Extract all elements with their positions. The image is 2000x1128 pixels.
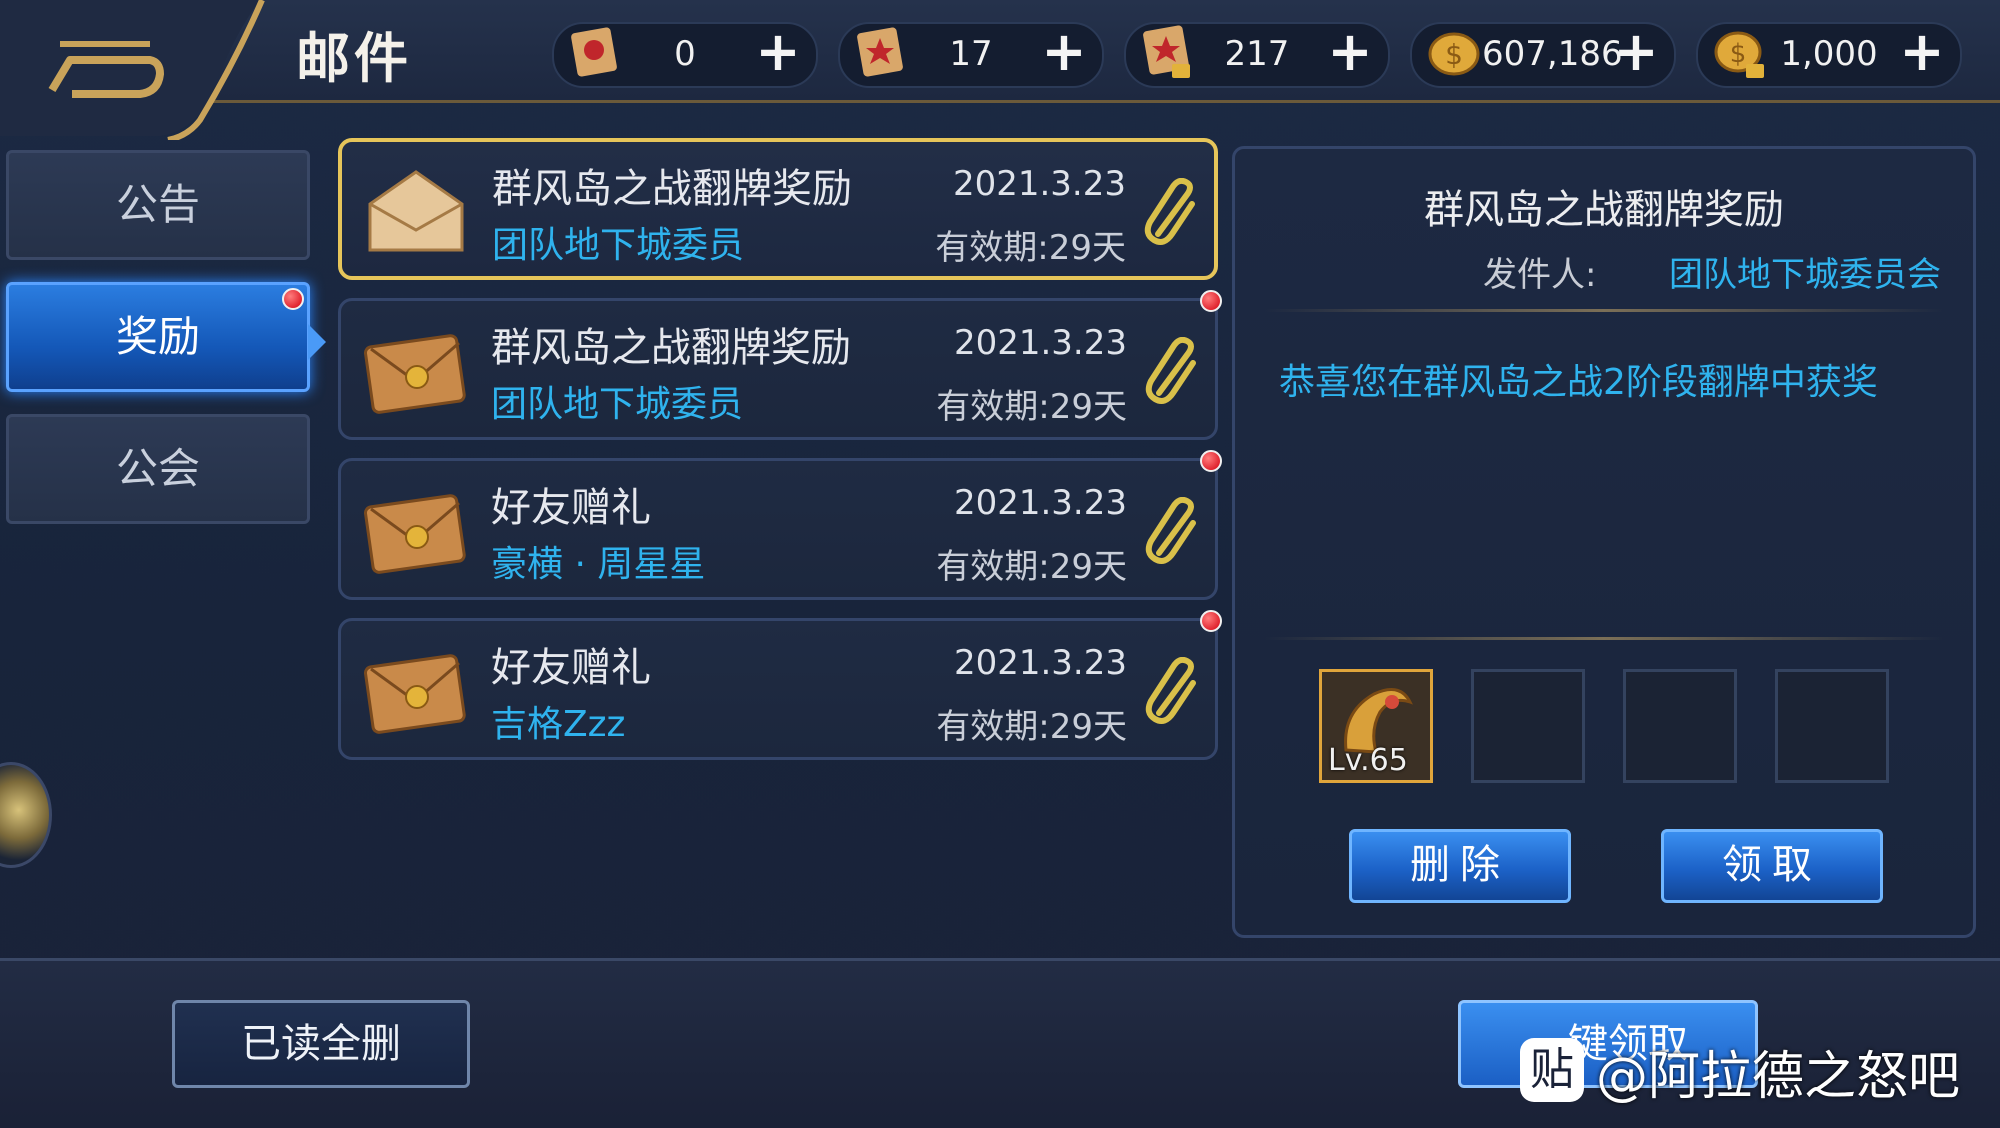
tab-rewards-badge <box>282 288 304 310</box>
mail-item[interactable]: 好友赠礼 豪横 · 周星星 2021.3.23 有效期:29天 <box>338 458 1218 600</box>
add-currency-button[interactable]: + <box>1326 25 1374 79</box>
mail-title: 好友赠礼 <box>491 645 651 691</box>
detail-body: 恭喜您在群风岛之战2阶段翻牌中获奖 <box>1279 362 1878 403</box>
sealed-envelope-icon <box>363 334 466 414</box>
mail-sender: 豪横 · 周星星 <box>491 544 706 585</box>
mail-sender: 团队地下城委员 <box>492 225 745 266</box>
attachment-clip-icon <box>1145 657 1196 724</box>
currency-value: 0 <box>674 34 696 74</box>
attachment-slot-empty <box>1775 669 1889 783</box>
currency-value: 1,000 <box>1780 34 1878 74</box>
active-tab-arrow <box>308 324 326 360</box>
divider <box>1265 637 1943 640</box>
detail-sender: 团队地下城委员会 <box>1669 255 1941 295</box>
mail-title: 群风岛之战翻牌奖励 <box>492 166 852 212</box>
mail-date: 2021.3.23 <box>953 323 1127 363</box>
mail-sender: 吉格Zzz <box>491 704 626 745</box>
mail-expiry: 有效期:29天 <box>935 228 1126 268</box>
mail-date: 2021.3.23 <box>953 483 1127 523</box>
red-scroll-icon <box>571 27 617 77</box>
mail-item[interactable]: 群风岛之战翻牌奖励 团队地下城委员 2021.3.23 有效期:29天 <box>338 298 1218 440</box>
mail-expiry: 有效期:29天 <box>936 387 1127 427</box>
back-button[interactable] <box>0 0 300 143</box>
watermark-text: @阿拉德之怒吧 <box>1596 1047 1961 1107</box>
sealed-envelope-icon <box>363 654 466 734</box>
currency-value: 217 <box>1224 34 1290 74</box>
red-star-scroll-icon <box>857 27 903 77</box>
top-bar: 邮件 0 + 17 + 217 + $ 607,186 + $ 1,000 + <box>0 0 2000 143</box>
detail-title: 群风岛之战翻牌奖励 <box>1424 187 1784 233</box>
tab-announcement[interactable]: 公告 <box>6 150 310 260</box>
sealed-envelope-icon <box>363 494 466 574</box>
sender-label: 发件人: <box>1483 255 1597 295</box>
mail-date: 2021.3.23 <box>953 643 1127 683</box>
attachment-clip-icon <box>1144 178 1195 245</box>
mail-expiry: 有效期:29天 <box>936 547 1127 587</box>
currency-gold: $ 607,186 + <box>1410 22 1676 88</box>
unread-badge <box>1200 450 1222 472</box>
unread-badge <box>1200 610 1222 632</box>
attachment-slot[interactable]: Lv.65 <box>1319 669 1433 783</box>
tab-guild[interactable]: 公会 <box>6 414 310 524</box>
currency-locked-scroll: 217 + <box>1124 22 1390 88</box>
locked-scroll-icon <box>1143 25 1190 78</box>
currency-red-star-scroll: 17 + <box>838 22 1104 88</box>
add-currency-button[interactable]: + <box>1612 25 1660 79</box>
unread-badge <box>1200 290 1222 312</box>
add-currency-button[interactable]: + <box>754 25 802 79</box>
attachment-clip-icon <box>1145 337 1196 404</box>
attachment-slot-empty <box>1471 669 1585 783</box>
currency-value: 17 <box>949 34 993 74</box>
currency-locked-gold: $ 1,000 + <box>1696 22 1962 88</box>
divider <box>1265 309 1943 312</box>
gold-coin-icon: $ <box>1428 32 1480 76</box>
tab-rewards[interactable]: 奖励 <box>6 282 310 392</box>
side-orb-button[interactable] <box>0 762 52 868</box>
svg-text:$: $ <box>1445 38 1463 71</box>
mail-item[interactable]: 群风岛之战翻牌奖励 团队地下城委员 2021.3.23 有效期:29天 <box>338 138 1218 280</box>
delete-all-read-button[interactable]: 已读全删 <box>172 1000 470 1088</box>
mail-expiry: 有效期:29天 <box>936 707 1127 747</box>
locked-gold-coin-icon: $ <box>1714 31 1764 78</box>
claim-button[interactable]: 领取 <box>1661 829 1883 903</box>
svg-text:$: $ <box>1730 39 1747 69</box>
mail-sender: 团队地下城委员 <box>491 384 744 425</box>
mail-item[interactable]: 好友赠礼 吉格Zzz 2021.3.23 有效期:29天 <box>338 618 1218 760</box>
opened-envelope-icon <box>368 170 464 252</box>
item-level: Lv.65 <box>1328 743 1408 778</box>
currency-red-scroll: 0 + <box>552 22 818 88</box>
delete-button[interactable]: 删除 <box>1349 829 1571 903</box>
mail-title: 群风岛之战翻牌奖励 <box>491 325 851 371</box>
add-currency-button[interactable]: + <box>1040 25 1088 79</box>
mail-title: 好友赠礼 <box>491 485 651 531</box>
add-currency-button[interactable]: + <box>1898 25 1946 79</box>
currency-value: 607,186 <box>1482 34 1623 74</box>
tieba-logo-icon: 贴 <box>1520 1038 1584 1102</box>
page-title: 邮件 <box>296 27 412 90</box>
attachment-clip-icon <box>1145 497 1196 564</box>
mail-date: 2021.3.23 <box>952 164 1126 204</box>
attachment-slot-empty <box>1623 669 1737 783</box>
mail-detail-panel: 群风岛之战翻牌奖励 发件人: 团队地下城委员会 恭喜您在群风岛之战2阶段翻牌中获… <box>1232 146 1976 938</box>
